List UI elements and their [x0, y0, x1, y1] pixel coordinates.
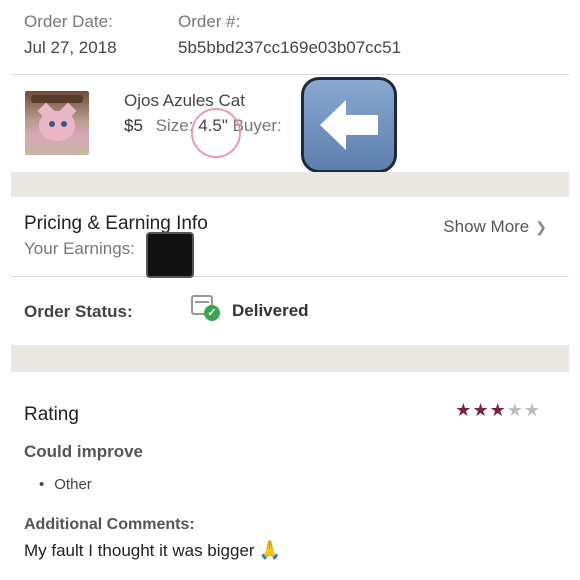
show-more-label: Show More: [443, 217, 530, 236]
star-empty-icon: ★: [506, 400, 524, 420]
list-item: • Other: [39, 476, 92, 493]
praying-hands-icon: 🙏: [258, 540, 281, 560]
comments-label: Additional Comments:: [24, 516, 195, 533]
order-date-value: Jul 27, 2018: [24, 38, 117, 57]
section-divider: [11, 345, 569, 372]
order-status-value: Delivered: [232, 301, 309, 320]
earnings-label: Your Earnings:: [24, 239, 135, 258]
could-improve-title: Could improve: [24, 442, 144, 461]
chevron-down-icon: ❯: [535, 219, 547, 235]
rating-title: Rating: [24, 404, 79, 425]
star-filled-icon: ★: [455, 400, 473, 420]
rating-stars: ★★★★★: [455, 400, 541, 421]
star-filled-icon: ★: [472, 400, 490, 420]
left-arrow-emoji-icon: [301, 77, 397, 173]
order-date-label: Order Date:: [24, 12, 113, 31]
show-more-button[interactable]: Show More ❯: [443, 217, 547, 237]
star-empty-icon: ★: [523, 400, 541, 420]
product-title[interactable]: Ojos Azules Cat: [124, 91, 245, 111]
order-number-value: 5b5bbd237cc169e03b07cc51: [178, 38, 402, 57]
product-row[interactable]: Ojos Azules Cat $5 Size: 4.5" Buyer:: [11, 76, 569, 173]
order-status-label: Order Status:: [24, 302, 133, 321]
size-label: Size:: [155, 116, 194, 135]
order-status-section: Order Status: ✓ Delivered: [11, 278, 569, 344]
comments-text: My fault I thought it was bigger 🙏: [24, 540, 281, 561]
order-header: Order Date: Jul 27, 2018 Order #: 5b5bbd…: [11, 0, 569, 75]
product-thumbnail[interactable]: [25, 91, 89, 155]
product-price: $5: [124, 116, 143, 135]
improve-item-label: Other: [54, 476, 92, 493]
section-divider: [11, 172, 569, 197]
check-circle-icon: ✓: [204, 305, 220, 321]
size-highlight-circle: [191, 108, 241, 158]
order-number-label: Order #:: [178, 12, 241, 31]
rating-section: Rating ★★★★★ Could improve • Other Additi…: [11, 372, 569, 580]
star-filled-icon: ★: [489, 400, 507, 420]
order-number-block: Order #: 5b5bbd237cc169e03b07cc51: [178, 12, 401, 58]
order-date-block: Order Date: Jul 27, 2018: [24, 12, 117, 58]
black-square-icon: [146, 232, 194, 278]
comments-body: My fault I thought it was bigger: [24, 541, 255, 560]
pricing-section: Pricing & Earning Info Your Earnings: Sh…: [11, 197, 569, 278]
